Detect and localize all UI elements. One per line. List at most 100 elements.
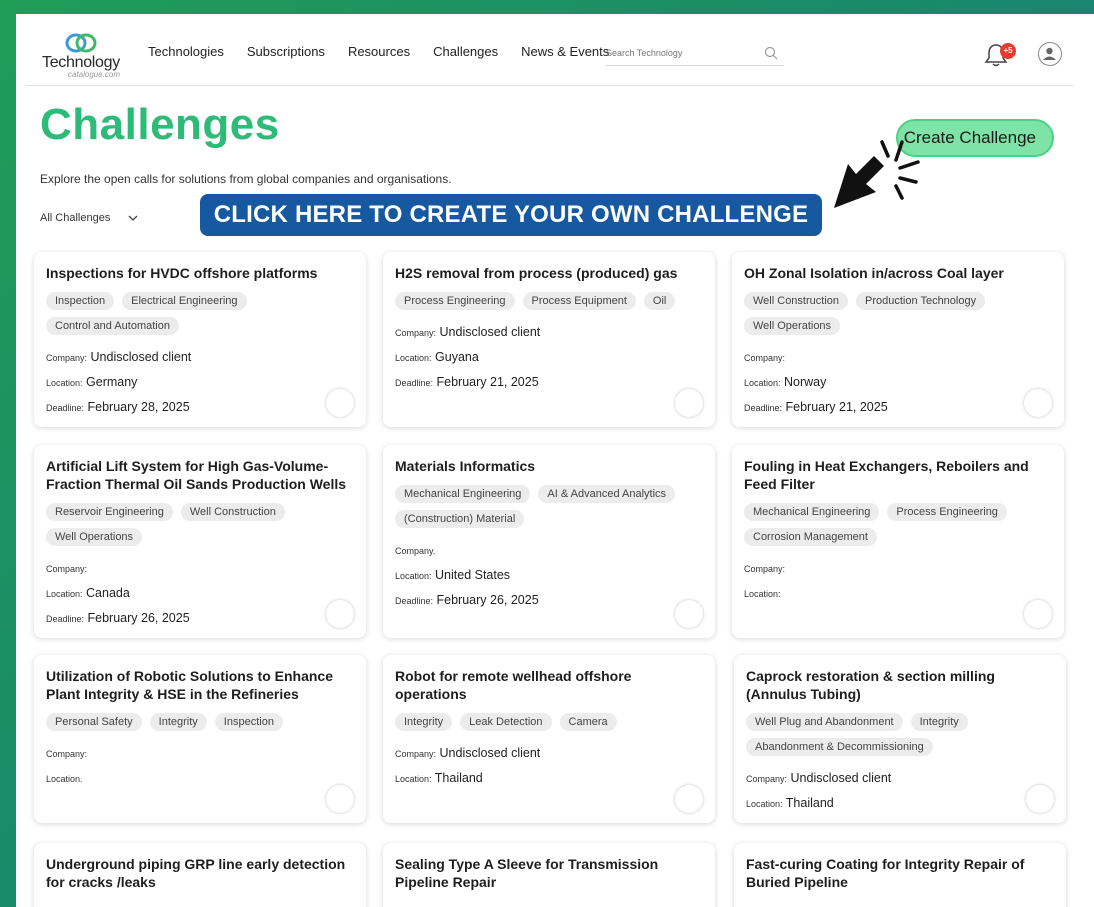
challenge-card[interactable]: OH Zonal Isolation in/across Coal layer … — [732, 252, 1064, 427]
card-title: Fast-curing Coating for Integrity Repair… — [746, 856, 1025, 890]
tag[interactable]: Process Engineering — [395, 292, 515, 310]
nav-subscriptions[interactable]: Subscriptions — [247, 44, 325, 59]
tag[interactable]: Process Engineering — [887, 503, 1007, 521]
company-label: Company: — [744, 564, 786, 574]
tag[interactable]: Well Construction — [180, 503, 285, 521]
challenge-card[interactable]: Robot for remote wellhead offshore opera… — [383, 655, 715, 823]
company-value: Undisclosed client — [439, 746, 541, 760]
tag[interactable]: Integrity — [395, 713, 453, 731]
deadline-value: February 21, 2025 — [785, 400, 888, 414]
deadline-label: Deadline: — [395, 378, 434, 388]
search-box — [606, 42, 784, 66]
challenge-card[interactable]: Sealing Type A Sleeve for Transmission P… — [383, 843, 715, 907]
location-label: Location: — [395, 571, 432, 581]
company-label: Company: — [46, 749, 88, 759]
logo-subtitle: catalogue.com — [68, 70, 121, 79]
tag[interactable]: AI & Advanced Analytics — [538, 485, 676, 503]
tag[interactable]: Integrity — [149, 713, 207, 731]
tag[interactable]: Inspection — [214, 713, 283, 731]
site-logo[interactable]: Technology catalogue.com — [42, 32, 132, 80]
location-label: Location: — [744, 589, 781, 599]
user-avatar[interactable] — [1038, 42, 1062, 66]
filter-label: All Challenges — [40, 212, 111, 224]
deadline-label: Deadline: — [46, 403, 85, 413]
card-title: Underground piping GRP line early detect… — [46, 856, 346, 890]
tag[interactable]: Abandonment & Decommissioning — [746, 738, 933, 756]
location-label: Location: — [395, 353, 432, 363]
tag[interactable]: Control and Automation — [46, 317, 179, 335]
tag[interactable]: Well Construction — [744, 292, 848, 310]
challenge-card[interactable]: Underground piping GRP line early detect… — [34, 843, 366, 907]
nav-news-events[interactable]: News & Events — [521, 44, 609, 59]
tag[interactable]: Electrical Engineering — [122, 292, 247, 310]
tag[interactable]: Well Operations — [744, 317, 841, 335]
challenge-card[interactable]: H2S removal from process (produced) gas … — [383, 252, 715, 427]
card-title: Utilization of Robotic Solutions to Enha… — [46, 668, 333, 702]
tag[interactable]: Personal Safety — [46, 713, 142, 731]
company-logo-icon — [326, 785, 354, 813]
tag[interactable]: Mechanical Engineering — [744, 503, 880, 521]
chevron-down-icon — [128, 215, 138, 221]
challenge-card[interactable]: Caprock restoration & section milling (A… — [734, 655, 1066, 823]
challenge-card[interactable]: Artificial Lift System for High Gas-Volu… — [34, 445, 366, 638]
intro-text: Explore the open calls for solutions fro… — [40, 172, 452, 186]
challenge-card[interactable]: Inspections for HVDC offshore platforms … — [34, 252, 366, 427]
app-frame: Technology catalogue.com Technologies Su… — [16, 14, 1094, 907]
nav-technologies[interactable]: Technologies — [148, 44, 224, 59]
search-icon[interactable] — [764, 46, 778, 60]
deadline-label: Deadline: — [395, 596, 434, 606]
location-label: Location: — [744, 378, 781, 388]
company-logo-icon — [1024, 600, 1052, 628]
tag[interactable]: Mechanical Engineering — [395, 485, 531, 503]
tag[interactable]: Inspection — [46, 292, 115, 310]
card-title: Robot for remote wellhead offshore opera… — [395, 668, 632, 702]
tag[interactable]: Production Technology — [856, 292, 986, 310]
nav-challenges[interactable]: Challenges — [433, 44, 498, 59]
tag[interactable]: Camera — [559, 713, 617, 731]
location-value: Canada — [86, 586, 130, 600]
company-logo-icon — [675, 600, 703, 628]
main-nav: Technologies Subscriptions Resources Cha… — [148, 44, 632, 59]
tag[interactable]: Well Operations — [46, 528, 143, 546]
tag[interactable]: Leak Detection — [460, 713, 552, 731]
tag[interactable]: Process Equipment — [522, 292, 636, 310]
tag[interactable]: Integrity — [910, 713, 968, 731]
deadline-value: February 28, 2025 — [87, 400, 190, 414]
page-title: Challenges — [40, 100, 280, 149]
tag[interactable]: Corrosion Management — [744, 528, 877, 546]
company-label: Company: — [46, 353, 88, 363]
challenge-card[interactable]: Fouling in Heat Exchangers, Reboilers an… — [732, 445, 1064, 638]
location-value: Thailand — [434, 771, 483, 785]
tag[interactable]: Well Plug and Abandonment — [746, 713, 903, 731]
challenge-card[interactable]: Materials Informatics Mechanical Enginee… — [383, 445, 715, 638]
tag[interactable]: Reservoir Engineering — [46, 503, 173, 521]
challenges-filter-dropdown[interactable]: All Challenges — [40, 212, 138, 224]
location-label: Location. — [46, 774, 83, 784]
company-value: Undisclosed client — [90, 350, 192, 364]
create-challenge-banner[interactable]: CLICK HERE TO CREATE YOUR OWN CHALLENGE — [200, 194, 822, 236]
company-logo-icon — [1024, 389, 1052, 417]
tag[interactable]: Oil — [643, 292, 676, 310]
company-label: Company. — [395, 546, 436, 556]
company-logo-icon — [675, 389, 703, 417]
company-logo-icon — [675, 785, 703, 813]
company-value: Undisclosed client — [790, 771, 892, 785]
challenge-card[interactable]: Utilization of Robotic Solutions to Enha… — [34, 655, 366, 823]
company-label: Company: — [395, 749, 437, 759]
location-label: Location: — [746, 799, 783, 809]
card-title: Inspections for HVDC offshore platforms — [46, 265, 318, 281]
company-label: Company: — [46, 564, 88, 574]
deadline-value: February 21, 2025 — [436, 375, 539, 389]
search-input[interactable] — [606, 42, 756, 64]
deadline-label: Deadline: — [46, 614, 85, 624]
tag[interactable]: (Construction) Material — [395, 510, 525, 528]
location-value: United States — [435, 568, 511, 582]
company-label: Company: — [395, 328, 437, 338]
company-value: Undisclosed client — [439, 325, 541, 339]
card-title: H2S removal from process (produced) gas — [395, 265, 678, 281]
card-title: Caprock restoration & section milling (A… — [746, 668, 995, 702]
top-navigation-bar: Technology catalogue.com Technologies Su… — [26, 14, 1074, 86]
deadline-value: February 26, 2025 — [436, 593, 539, 607]
nav-resources[interactable]: Resources — [348, 44, 410, 59]
challenge-card[interactable]: Fast-curing Coating for Integrity Repair… — [734, 843, 1066, 907]
